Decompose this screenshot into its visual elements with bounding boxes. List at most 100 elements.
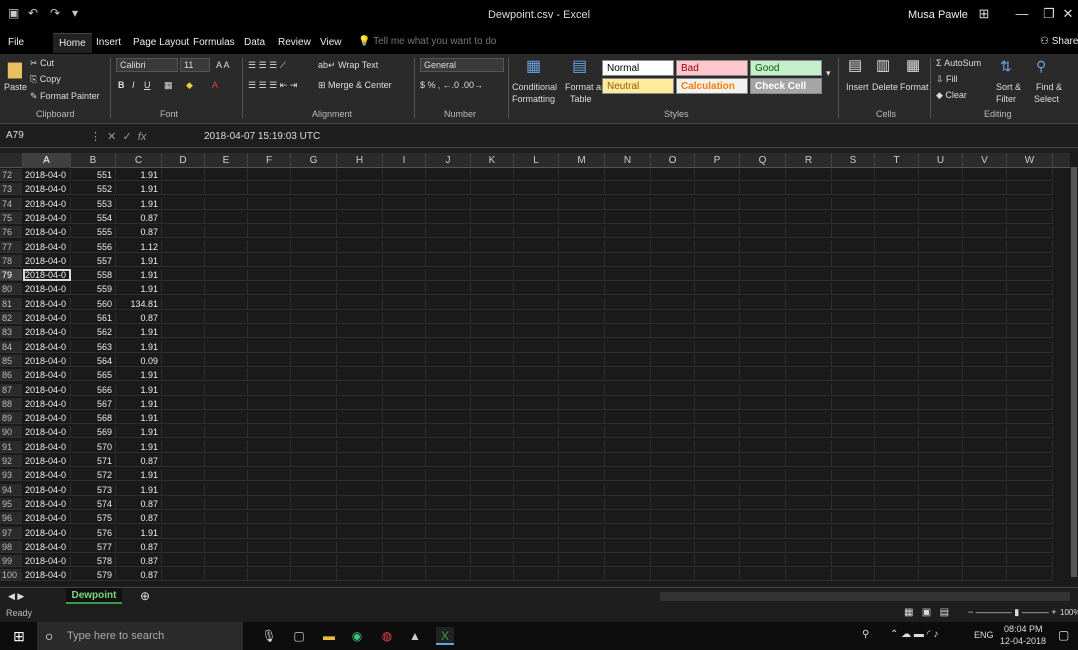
empty-cell[interactable] (875, 226, 919, 239)
empty-cell[interactable] (471, 512, 514, 525)
empty-cell[interactable] (651, 197, 695, 210)
empty-cell[interactable] (605, 169, 651, 181)
empty-cell[interactable] (875, 512, 919, 525)
column-header-c[interactable]: C (116, 153, 162, 168)
empty-cell[interactable] (471, 383, 514, 396)
empty-cell[interactable] (162, 354, 205, 367)
conditional-formatting-button[interactable]: Conditional (512, 82, 557, 92)
empty-cell[interactable] (919, 183, 963, 196)
empty-cell[interactable] (162, 526, 205, 539)
empty-cell[interactable] (162, 483, 205, 496)
cell-a[interactable]: 2018-04-0 (23, 169, 71, 181)
empty-cell[interactable] (786, 226, 832, 239)
empty-cell[interactable] (559, 354, 605, 367)
empty-cell[interactable] (291, 412, 337, 425)
cell-b[interactable]: 573 (71, 483, 116, 496)
empty-cell[interactable] (919, 540, 963, 553)
empty-cell[interactable] (383, 569, 426, 582)
empty-cell[interactable] (426, 369, 471, 382)
cell-a[interactable]: 2018-04-0 (23, 526, 71, 539)
zoom-slider[interactable]: − ———— ▮ ——— + (968, 607, 1056, 618)
empty-cell[interactable] (337, 169, 383, 181)
empty-cell[interactable] (740, 483, 786, 496)
empty-cell[interactable] (963, 483, 1007, 496)
row-header[interactable]: 96 (0, 512, 22, 525)
row-header[interactable]: 86 (0, 369, 22, 382)
font-size-select[interactable]: 11 (180, 58, 210, 72)
empty-cell[interactable] (786, 540, 832, 553)
tab-review[interactable]: Review (278, 37, 311, 48)
cut-button[interactable]: ✂ Cut (30, 58, 54, 69)
empty-cell[interactable] (248, 297, 291, 310)
empty-cell[interactable] (291, 226, 337, 239)
empty-cell[interactable] (651, 540, 695, 553)
cell-a[interactable]: 2018-04-0 (23, 455, 71, 467)
cell-c[interactable]: 1.91 (116, 426, 162, 439)
empty-cell[interactable] (963, 197, 1007, 210)
empty-cell[interactable] (291, 497, 337, 510)
empty-cell[interactable] (337, 426, 383, 439)
empty-cell[interactable] (559, 526, 605, 539)
empty-cell[interactable] (559, 226, 605, 239)
empty-cell[interactable] (337, 226, 383, 239)
empty-cell[interactable] (205, 340, 248, 353)
empty-cell[interactable] (1007, 555, 1053, 568)
empty-cell[interactable] (875, 197, 919, 210)
empty-cell[interactable] (786, 497, 832, 510)
empty-cell[interactable] (605, 226, 651, 239)
empty-cell[interactable] (291, 540, 337, 553)
empty-cell[interactable] (740, 440, 786, 453)
cell-c[interactable]: 1.91 (116, 440, 162, 453)
empty-cell[interactable] (291, 340, 337, 353)
empty-cell[interactable] (514, 369, 559, 382)
style-check-cell[interactable]: Check Cell (750, 78, 822, 94)
windows-start-icon[interactable]: ⊞ (10, 627, 28, 645)
empty-cell[interactable] (426, 555, 471, 568)
worksheet-grid[interactable]: ABCDEFGHIJKLMNOPQRSTUVW 72 2018-04-0 551 1.… (0, 153, 1070, 585)
empty-cell[interactable] (919, 569, 963, 582)
empty-cell[interactable] (205, 455, 248, 467)
empty-cell[interactable] (248, 497, 291, 510)
styles-more-icon[interactable]: ▾ (826, 68, 831, 79)
empty-cell[interactable] (740, 426, 786, 439)
empty-cell[interactable] (605, 369, 651, 382)
empty-cell[interactable] (605, 240, 651, 253)
cell-a[interactable]: 2018-04-0 (23, 383, 71, 396)
empty-cell[interactable] (651, 240, 695, 253)
empty-cell[interactable] (337, 469, 383, 482)
empty-cell[interactable] (337, 540, 383, 553)
empty-cell[interactable] (514, 497, 559, 510)
empty-cell[interactable] (337, 412, 383, 425)
cell-a[interactable]: 2018-04-0 (23, 340, 71, 353)
empty-cell[interactable] (1007, 483, 1053, 496)
empty-cell[interactable] (248, 540, 291, 553)
cell-c[interactable]: 1.91 (116, 397, 162, 410)
empty-cell[interactable] (383, 369, 426, 382)
empty-cell[interactable] (337, 269, 383, 282)
cell-c[interactable]: 1.91 (116, 326, 162, 339)
empty-cell[interactable] (291, 455, 337, 467)
empty-cell[interactable] (383, 312, 426, 324)
row-header[interactable]: 75 (0, 211, 22, 224)
empty-cell[interactable] (337, 440, 383, 453)
empty-cell[interactable] (875, 469, 919, 482)
empty-cell[interactable] (514, 540, 559, 553)
empty-cell[interactable] (471, 555, 514, 568)
empty-cell[interactable] (875, 540, 919, 553)
empty-cell[interactable] (291, 426, 337, 439)
empty-cell[interactable] (205, 469, 248, 482)
empty-cell[interactable] (786, 555, 832, 568)
empty-cell[interactable] (471, 226, 514, 239)
empty-cell[interactable] (162, 211, 205, 224)
merge-center-button[interactable]: ⊞ Merge & Center (318, 80, 392, 91)
row-header[interactable]: 82 (0, 312, 22, 324)
empty-cell[interactable] (383, 226, 426, 239)
empty-cell[interactable] (559, 497, 605, 510)
empty-cell[interactable] (963, 183, 1007, 196)
empty-cell[interactable] (1007, 526, 1053, 539)
row-header[interactable]: 72 (0, 169, 22, 181)
empty-cell[interactable] (383, 183, 426, 196)
empty-cell[interactable] (514, 197, 559, 210)
row-header[interactable]: 89 (0, 412, 22, 425)
cell-c[interactable]: 1.91 (116, 383, 162, 396)
